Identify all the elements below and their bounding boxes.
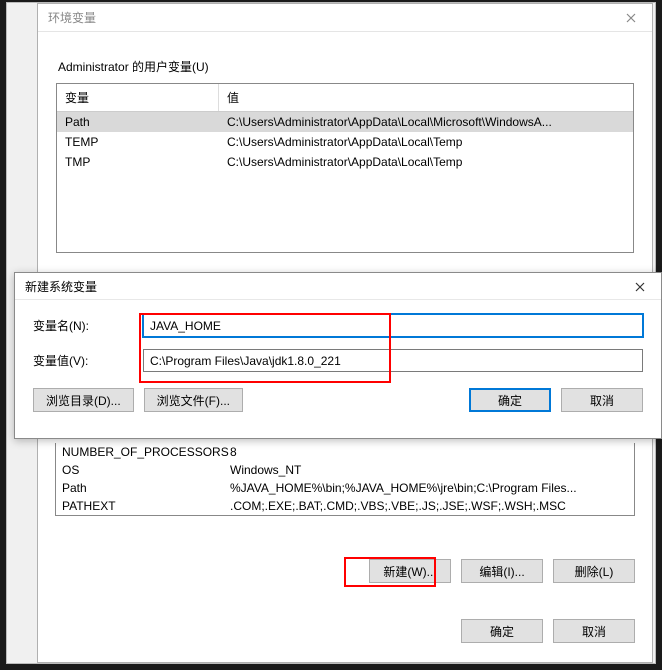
table-row[interactable]: NUMBER_OF_PROCESSORS8 (56, 443, 634, 461)
cell-variable: Path (65, 115, 227, 129)
close-icon (626, 13, 636, 23)
user-table-header: 变量 值 (57, 84, 633, 112)
cell-value: C:\Users\Administrator\AppData\Local\Mic… (227, 115, 625, 129)
close-icon (635, 282, 645, 292)
main-ok-button[interactable]: 确定 (461, 619, 543, 643)
cell-variable: TMP (65, 155, 227, 169)
browse-file-button[interactable]: 浏览文件(F)... (144, 388, 243, 412)
cell-variable: TEMP (65, 135, 227, 149)
dialog-cancel-button[interactable]: 取消 (561, 388, 643, 412)
cell-variable: OS (62, 463, 230, 477)
table-row[interactable]: TEMPC:\Users\Administrator\AppData\Local… (57, 132, 633, 152)
main-bottom-button-row: 确定 取消 (55, 619, 635, 643)
user-vars-label: Administrator 的用户变量(U) (58, 58, 634, 75)
cell-variable: NUMBER_OF_PROCESSORS (62, 445, 230, 459)
table-row[interactable]: TMPC:\Users\Administrator\AppData\Local\… (57, 152, 633, 172)
var-name-label: 变量名(N): (33, 317, 143, 334)
cell-variable: Path (62, 481, 230, 495)
cell-value: 8 (230, 445, 628, 459)
system-new-button[interactable]: 新建(W)... (369, 559, 451, 583)
cell-value: C:\Users\Administrator\AppData\Local\Tem… (227, 135, 625, 149)
main-window-title: 环境变量 (48, 9, 96, 26)
table-row[interactable]: PATHEXT.COM;.EXE;.BAT;.CMD;.VBS;.VBE;.JS… (56, 497, 634, 515)
cell-value: Windows_NT (230, 463, 628, 477)
user-variables-table[interactable]: 变量 值 PathC:\Users\Administrator\AppData\… (56, 83, 634, 253)
main-titlebar: 环境变量 (38, 4, 652, 32)
user-th-variable[interactable]: 变量 (57, 84, 219, 111)
cell-variable: PATHEXT (62, 499, 230, 513)
dialog-ok-button[interactable]: 确定 (469, 388, 551, 412)
cell-value: %JAVA_HOME%\bin;%JAVA_HOME%\jre\bin;C:\P… (230, 481, 628, 495)
main-close-button[interactable] (610, 4, 652, 32)
dialog-title: 新建系统变量 (25, 278, 97, 295)
user-th-value[interactable]: 值 (219, 84, 633, 111)
system-vars-button-row: 新建(W)... 编辑(I)... 删除(L) (55, 559, 635, 583)
system-delete-button[interactable]: 删除(L) (553, 559, 635, 583)
table-row[interactable]: Path%JAVA_HOME%\bin;%JAVA_HOME%\jre\bin;… (56, 479, 634, 497)
var-value-label: 变量值(V): (33, 352, 143, 369)
browse-directory-button[interactable]: 浏览目录(D)... (33, 388, 134, 412)
system-variables-table-partial[interactable]: NUMBER_OF_PROCESSORS8OSWindows_NTPath%JA… (55, 443, 635, 516)
dialog-close-button[interactable] (619, 273, 661, 300)
cell-value: .COM;.EXE;.BAT;.CMD;.VBS;.VBE;.JS;.JSE;.… (230, 499, 628, 513)
dialog-titlebar: 新建系统变量 (15, 273, 661, 300)
table-row[interactable]: OSWindows_NT (56, 461, 634, 479)
cell-value: C:\Users\Administrator\AppData\Local\Tem… (227, 155, 625, 169)
table-row[interactable]: PathC:\Users\Administrator\AppData\Local… (57, 112, 633, 132)
var-name-input[interactable] (143, 314, 643, 337)
main-cancel-button[interactable]: 取消 (553, 619, 635, 643)
var-value-input[interactable] (143, 349, 643, 372)
system-edit-button[interactable]: 编辑(I)... (461, 559, 543, 583)
new-system-variable-dialog: 新建系统变量 变量名(N): 变量值(V): 浏览目录(D)... 浏览文件(F… (14, 272, 662, 439)
